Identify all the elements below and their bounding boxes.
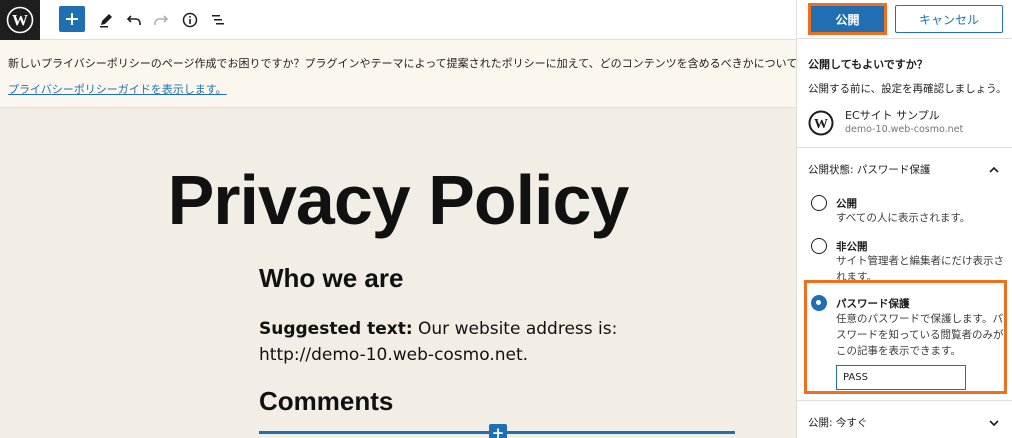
redo-button[interactable]: [147, 6, 175, 34]
site-logo-icon: W: [808, 110, 834, 136]
chevron-up-icon[interactable]: [988, 164, 1000, 176]
editor-toolbar: W: [0, 0, 796, 40]
option-desc-private: サイト管理者と編集者にだけ表示されます。: [836, 255, 1004, 283]
pencil-icon: [100, 14, 112, 28]
site-url: demo-10.web-cosmo.net: [845, 124, 964, 135]
visibility-radio-private[interactable]: [811, 238, 827, 254]
svg-text:W: W: [814, 117, 828, 132]
site-name: ECサイト サンプル: [845, 109, 940, 122]
post-title[interactable]: Privacy Policy: [0, 160, 796, 240]
heading-who-we-are[interactable]: Who we are: [259, 263, 403, 294]
privacy-policy-notice: 新しいプライバシーポリシーのページ作成でお困りですか？プラグインやテーマによって…: [0, 40, 796, 108]
plus-icon: [66, 13, 78, 25]
divider: [797, 400, 1012, 401]
add-block-button[interactable]: [59, 6, 85, 32]
list-view-icon: [212, 15, 224, 25]
info-icon: [182, 12, 198, 28]
cancel-button[interactable]: キャンセル: [895, 5, 1003, 33]
visibility-radio-password[interactable]: [811, 295, 827, 311]
list-view-button[interactable]: [204, 6, 232, 34]
chevron-down-icon[interactable]: [988, 417, 1000, 429]
publish-time[interactable]: 公開: 今すぐ: [808, 415, 867, 430]
paragraph-block[interactable]: Suggested text: Our website address is: …: [259, 316, 719, 368]
visibility-heading[interactable]: 公開状態: パスワード保護: [808, 162, 930, 177]
visibility-radio-public[interactable]: [811, 195, 827, 211]
option-label-password: パスワード保護: [836, 298, 910, 310]
option-label-public: 公開: [836, 198, 857, 210]
editor-canvas[interactable]: Privacy Policy Who we are Suggested text…: [0, 108, 796, 438]
wordpress-logo-icon[interactable]: W: [0, 0, 40, 40]
publish-button[interactable]: 公開: [808, 3, 887, 35]
tools-button[interactable]: [92, 6, 120, 34]
divider: [797, 38, 1012, 39]
undo-button[interactable]: [120, 6, 148, 34]
divider: [797, 147, 1012, 148]
svg-text:W: W: [12, 13, 28, 30]
undo-icon: [126, 15, 141, 25]
block-inserter-button[interactable]: +: [489, 424, 507, 438]
redo-icon: [154, 15, 169, 25]
option-desc-public: すべての人に表示されます。: [836, 212, 971, 224]
privacy-guide-link[interactable]: プライバシーポリシーガイドを表示します。: [8, 81, 227, 97]
details-button[interactable]: [176, 6, 204, 34]
option-desc-password: 任意のパスワードで保護します。パスワードを知っている閲覧者のみがこの記事を表示で…: [836, 313, 1004, 357]
publish-panel: 公開 キャンセル 公開してもよいですか？ 公開する前に、設定を再確認しましょう。…: [796, 0, 1012, 438]
prepublish-title: 公開してもよいですか？: [808, 58, 928, 71]
paragraph-bold-label: Suggested text:: [259, 319, 413, 339]
password-input[interactable]: [836, 365, 966, 390]
option-label-private: 非公開: [836, 241, 868, 253]
notice-text: 新しいプライバシーポリシーのページ作成でお困りですか？プラグインやテーマによって…: [8, 57, 796, 70]
prepublish-subtitle: 公開する前に、設定を再確認しましょう。: [808, 83, 1007, 95]
heading-comments[interactable]: Comments: [259, 386, 393, 417]
